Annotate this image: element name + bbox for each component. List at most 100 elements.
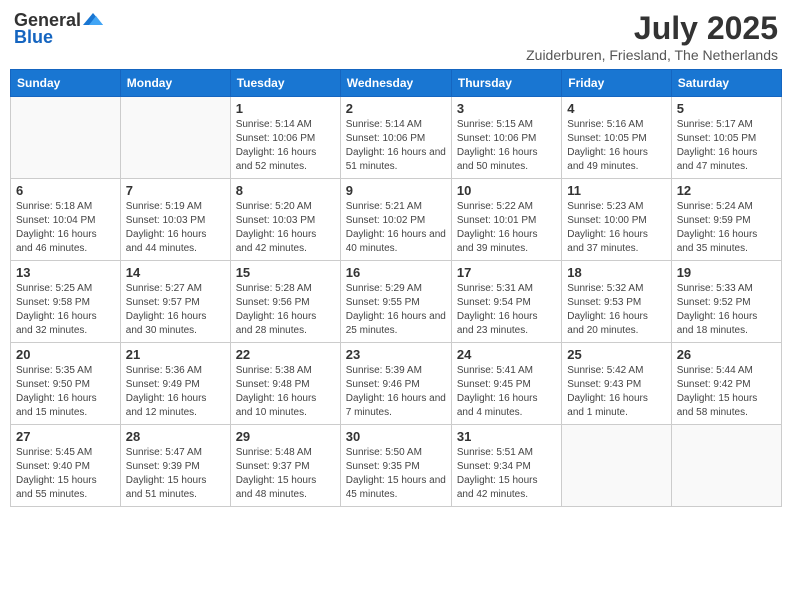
day-number: 25 <box>567 347 665 362</box>
day-info: Sunrise: 5:31 AM Sunset: 9:54 PM Dayligh… <box>457 282 556 338</box>
day-number: 6 <box>16 183 115 198</box>
calendar-cell: 29 Sunrise: 5:48 AM Sunset: 9:37 PM Dayli… <box>230 425 340 507</box>
day-info: Sunrise: 5:27 AM Sunset: 9:57 PM Dayligh… <box>126 282 225 338</box>
day-header-saturday: Saturday <box>671 70 781 97</box>
day-header-tuesday: Tuesday <box>230 70 340 97</box>
day-number: 27 <box>16 429 115 444</box>
day-info: Sunrise: 5:36 AM Sunset: 9:49 PM Dayligh… <box>126 364 225 420</box>
calendar-cell: 2Sunrise: 5:14 AM Sunset: 10:06 PM Dayli… <box>340 97 451 179</box>
calendar-cell: 5 Sunrise: 5:17 AM Sunset: 10:05 PM Dayli… <box>671 97 781 179</box>
day-number: 20 <box>16 347 115 362</box>
calendar-cell: 7 Sunrise: 5:19 AM Sunset: 10:03 PM Dayli… <box>120 179 230 261</box>
day-info: Sunrise: 5:41 AM Sunset: 9:45 PM Dayligh… <box>457 364 556 420</box>
day-info: Sunrise: 5:23 AM Sunset: 10:00 PM Daylig… <box>567 200 665 256</box>
calendar-cell: 11Sunrise: 5:23 AM Sunset: 10:00 PM Dayl… <box>562 179 671 261</box>
calendar-cell: 24Sunrise: 5:41 AM Sunset: 9:45 PM Dayli… <box>451 343 561 425</box>
calendar-week-2: 6Sunrise: 5:18 AM Sunset: 10:04 PM Dayli… <box>11 179 782 261</box>
day-info: Sunrise: 5:51 AM Sunset: 9:34 PM Dayligh… <box>457 446 556 502</box>
day-number: 1 <box>236 101 335 116</box>
day-info: Sunrise: 5:24 AM Sunset: 9:59 PM Dayligh… <box>677 200 776 256</box>
day-info: Sunrise: 5:14 AM Sunset: 10:06 PM Daylig… <box>236 118 335 174</box>
calendar-cell: 14 Sunrise: 5:27 AM Sunset: 9:57 PM Dayli… <box>120 261 230 343</box>
day-info: Sunrise: 5:33 AM Sunset: 9:52 PM Dayligh… <box>677 282 776 338</box>
day-number: 16 <box>346 265 446 280</box>
logo-blue-text: Blue <box>14 27 53 48</box>
day-number: 18 <box>567 265 665 280</box>
day-info: Sunrise: 5:39 AM Sunset: 9:46 PM Dayligh… <box>346 364 446 420</box>
day-info: Sunrise: 5:48 AM Sunset: 9:37 PM Dayligh… <box>236 446 335 502</box>
day-number: 29 <box>236 429 335 444</box>
day-info: Sunrise: 5:47 AM Sunset: 9:39 PM Dayligh… <box>126 446 225 502</box>
calendar-cell: 12 Sunrise: 5:24 AM Sunset: 9:59 PM Dayli… <box>671 179 781 261</box>
calendar-table: SundayMondayTuesdayWednesdayThursdayFrid… <box>10 69 782 507</box>
day-number: 22 <box>236 347 335 362</box>
day-number: 28 <box>126 429 225 444</box>
calendar-week-4: 20 Sunrise: 5:35 AM Sunset: 9:50 PM Dayli… <box>11 343 782 425</box>
calendar-cell: 16 Sunrise: 5:29 AM Sunset: 9:55 PM Dayli… <box>340 261 451 343</box>
day-number: 2 <box>346 101 446 116</box>
location-text: Zuiderburen, Friesland, The Netherlands <box>526 47 778 63</box>
logo: General Blue <box>14 10 103 48</box>
calendar-cell: 19 Sunrise: 5:33 AM Sunset: 9:52 PM Dayli… <box>671 261 781 343</box>
day-header-monday: Monday <box>120 70 230 97</box>
calendar-cell: 4 Sunrise: 5:16 AM Sunset: 10:05 PM Dayli… <box>562 97 671 179</box>
day-info: Sunrise: 5:44 AM Sunset: 9:42 PM Dayligh… <box>677 364 776 420</box>
month-year-title: July 2025 <box>526 10 778 47</box>
day-number: 31 <box>457 429 556 444</box>
calendar-cell <box>120 97 230 179</box>
calendar-cell: 25 Sunrise: 5:42 AM Sunset: 9:43 PM Dayli… <box>562 343 671 425</box>
day-number: 12 <box>677 183 776 198</box>
calendar-cell: 31 Sunrise: 5:51 AM Sunset: 9:34 PM Dayli… <box>451 425 561 507</box>
title-block: July 2025 Zuiderburen, Friesland, The Ne… <box>526 10 778 63</box>
day-info: Sunrise: 5:20 AM Sunset: 10:03 PM Daylig… <box>236 200 335 256</box>
calendar-cell: 1 Sunrise: 5:14 AM Sunset: 10:06 PM Dayli… <box>230 97 340 179</box>
day-info: Sunrise: 5:32 AM Sunset: 9:53 PM Dayligh… <box>567 282 665 338</box>
day-info: Sunrise: 5:21 AM Sunset: 10:02 PM Daylig… <box>346 200 446 256</box>
day-number: 30 <box>346 429 446 444</box>
calendar-cell: 21 Sunrise: 5:36 AM Sunset: 9:49 PM Dayli… <box>120 343 230 425</box>
day-number: 19 <box>677 265 776 280</box>
day-info: Sunrise: 5:35 AM Sunset: 9:50 PM Dayligh… <box>16 364 115 420</box>
calendar-cell: 15 Sunrise: 5:28 AM Sunset: 9:56 PM Dayli… <box>230 261 340 343</box>
day-info: Sunrise: 5:42 AM Sunset: 9:43 PM Dayligh… <box>567 364 665 420</box>
calendar-cell: 30Sunrise: 5:50 AM Sunset: 9:35 PM Dayli… <box>340 425 451 507</box>
calendar-cell: 28 Sunrise: 5:47 AM Sunset: 9:39 PM Dayli… <box>120 425 230 507</box>
calendar-cell: 10Sunrise: 5:22 AM Sunset: 10:01 PM Dayl… <box>451 179 561 261</box>
day-number: 10 <box>457 183 556 198</box>
day-number: 21 <box>126 347 225 362</box>
calendar-cell: 3 Sunrise: 5:15 AM Sunset: 10:06 PM Dayli… <box>451 97 561 179</box>
logo-icon <box>83 11 103 27</box>
day-info: Sunrise: 5:38 AM Sunset: 9:48 PM Dayligh… <box>236 364 335 420</box>
day-number: 15 <box>236 265 335 280</box>
page-header: General Blue July 2025 Zuiderburen, Frie… <box>10 10 782 63</box>
calendar-cell: 13Sunrise: 5:25 AM Sunset: 9:58 PM Dayli… <box>11 261 121 343</box>
calendar-week-3: 13Sunrise: 5:25 AM Sunset: 9:58 PM Dayli… <box>11 261 782 343</box>
calendar-week-1: 1 Sunrise: 5:14 AM Sunset: 10:06 PM Dayli… <box>11 97 782 179</box>
day-header-friday: Friday <box>562 70 671 97</box>
day-info: Sunrise: 5:16 AM Sunset: 10:05 PM Daylig… <box>567 118 665 174</box>
day-header-sunday: Sunday <box>11 70 121 97</box>
calendar-cell: 17 Sunrise: 5:31 AM Sunset: 9:54 PM Dayli… <box>451 261 561 343</box>
calendar-cell: 20 Sunrise: 5:35 AM Sunset: 9:50 PM Dayli… <box>11 343 121 425</box>
day-info: Sunrise: 5:29 AM Sunset: 9:55 PM Dayligh… <box>346 282 446 338</box>
day-info: Sunrise: 5:19 AM Sunset: 10:03 PM Daylig… <box>126 200 225 256</box>
day-number: 7 <box>126 183 225 198</box>
day-info: Sunrise: 5:17 AM Sunset: 10:05 PM Daylig… <box>677 118 776 174</box>
day-number: 8 <box>236 183 335 198</box>
calendar-cell: 9Sunrise: 5:21 AM Sunset: 10:02 PM Dayli… <box>340 179 451 261</box>
calendar-cell: 26Sunrise: 5:44 AM Sunset: 9:42 PM Dayli… <box>671 343 781 425</box>
day-number: 3 <box>457 101 556 116</box>
day-number: 14 <box>126 265 225 280</box>
day-number: 13 <box>16 265 115 280</box>
day-number: 4 <box>567 101 665 116</box>
calendar-cell <box>11 97 121 179</box>
day-header-wednesday: Wednesday <box>340 70 451 97</box>
day-info: Sunrise: 5:15 AM Sunset: 10:06 PM Daylig… <box>457 118 556 174</box>
calendar-week-5: 27Sunrise: 5:45 AM Sunset: 9:40 PM Dayli… <box>11 425 782 507</box>
day-number: 5 <box>677 101 776 116</box>
calendar-cell: 8 Sunrise: 5:20 AM Sunset: 10:03 PM Dayli… <box>230 179 340 261</box>
day-info: Sunrise: 5:28 AM Sunset: 9:56 PM Dayligh… <box>236 282 335 338</box>
day-number: 17 <box>457 265 556 280</box>
calendar-cell <box>562 425 671 507</box>
calendar-cell: 6Sunrise: 5:18 AM Sunset: 10:04 PM Dayli… <box>11 179 121 261</box>
